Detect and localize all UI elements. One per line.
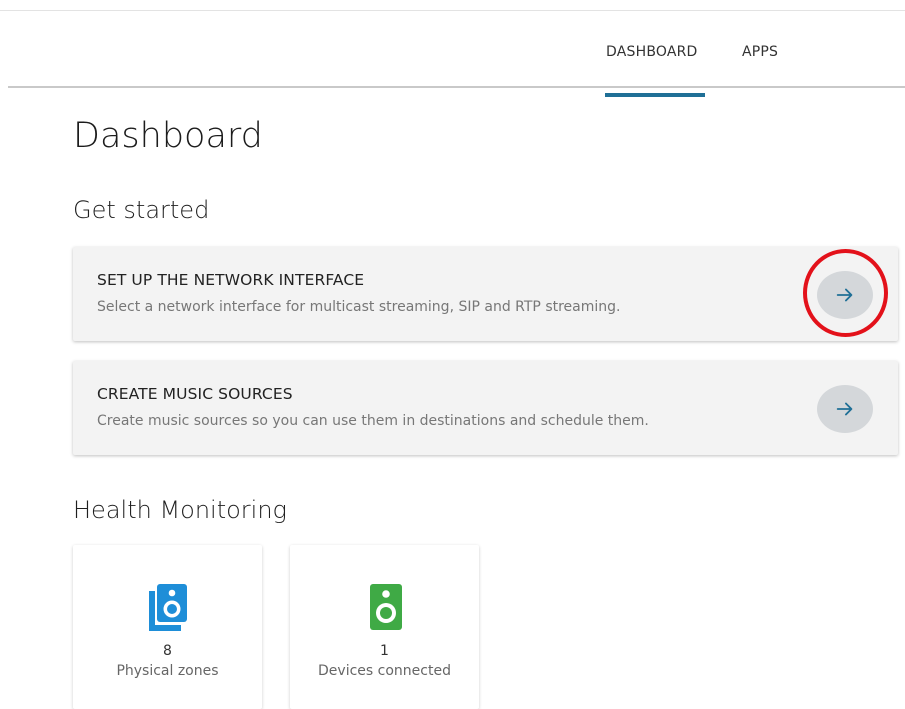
tile-physical-zones[interactable]: 8 Physical zones: [73, 545, 262, 709]
physical-zones-count: 8: [163, 643, 172, 659]
tab-dashboard[interactable]: DASHBOARD: [606, 44, 706, 60]
section-title-get-started: Get started: [73, 196, 210, 224]
nav-divider: [8, 86, 905, 88]
speakers-icon: [149, 584, 187, 631]
card-description: Select a network interface for multicast…: [97, 299, 621, 315]
card-description: Create music sources so you can use them…: [97, 413, 649, 429]
devices-connected-count: 1: [380, 643, 389, 659]
card-network-interface[interactable]: SET UP THE NETWORK INTERFACE Select a ne…: [73, 247, 898, 341]
music-sources-arrow-button[interactable]: [817, 385, 873, 433]
active-tab-indicator: [605, 93, 705, 97]
speaker-icon: [370, 584, 402, 630]
physical-zones-label: Physical zones: [116, 663, 219, 679]
network-interface-arrow-button[interactable]: [817, 271, 873, 319]
arrow-right-icon: [836, 288, 853, 302]
arrow-right-icon: [836, 402, 853, 416]
top-navigation: DASHBOARD APPS: [0, 11, 905, 97]
tab-apps[interactable]: APPS: [742, 44, 778, 60]
page-title: Dashboard: [73, 116, 263, 156]
card-title: CREATE MUSIC SOURCES: [97, 385, 293, 403]
card-music-sources[interactable]: CREATE MUSIC SOURCES Create music source…: [73, 361, 898, 455]
section-title-health-monitoring: Health Monitoring: [73, 496, 287, 524]
tile-devices-connected[interactable]: 1 Devices connected: [290, 545, 479, 709]
devices-connected-label: Devices connected: [318, 663, 451, 679]
card-title: SET UP THE NETWORK INTERFACE: [97, 271, 365, 289]
